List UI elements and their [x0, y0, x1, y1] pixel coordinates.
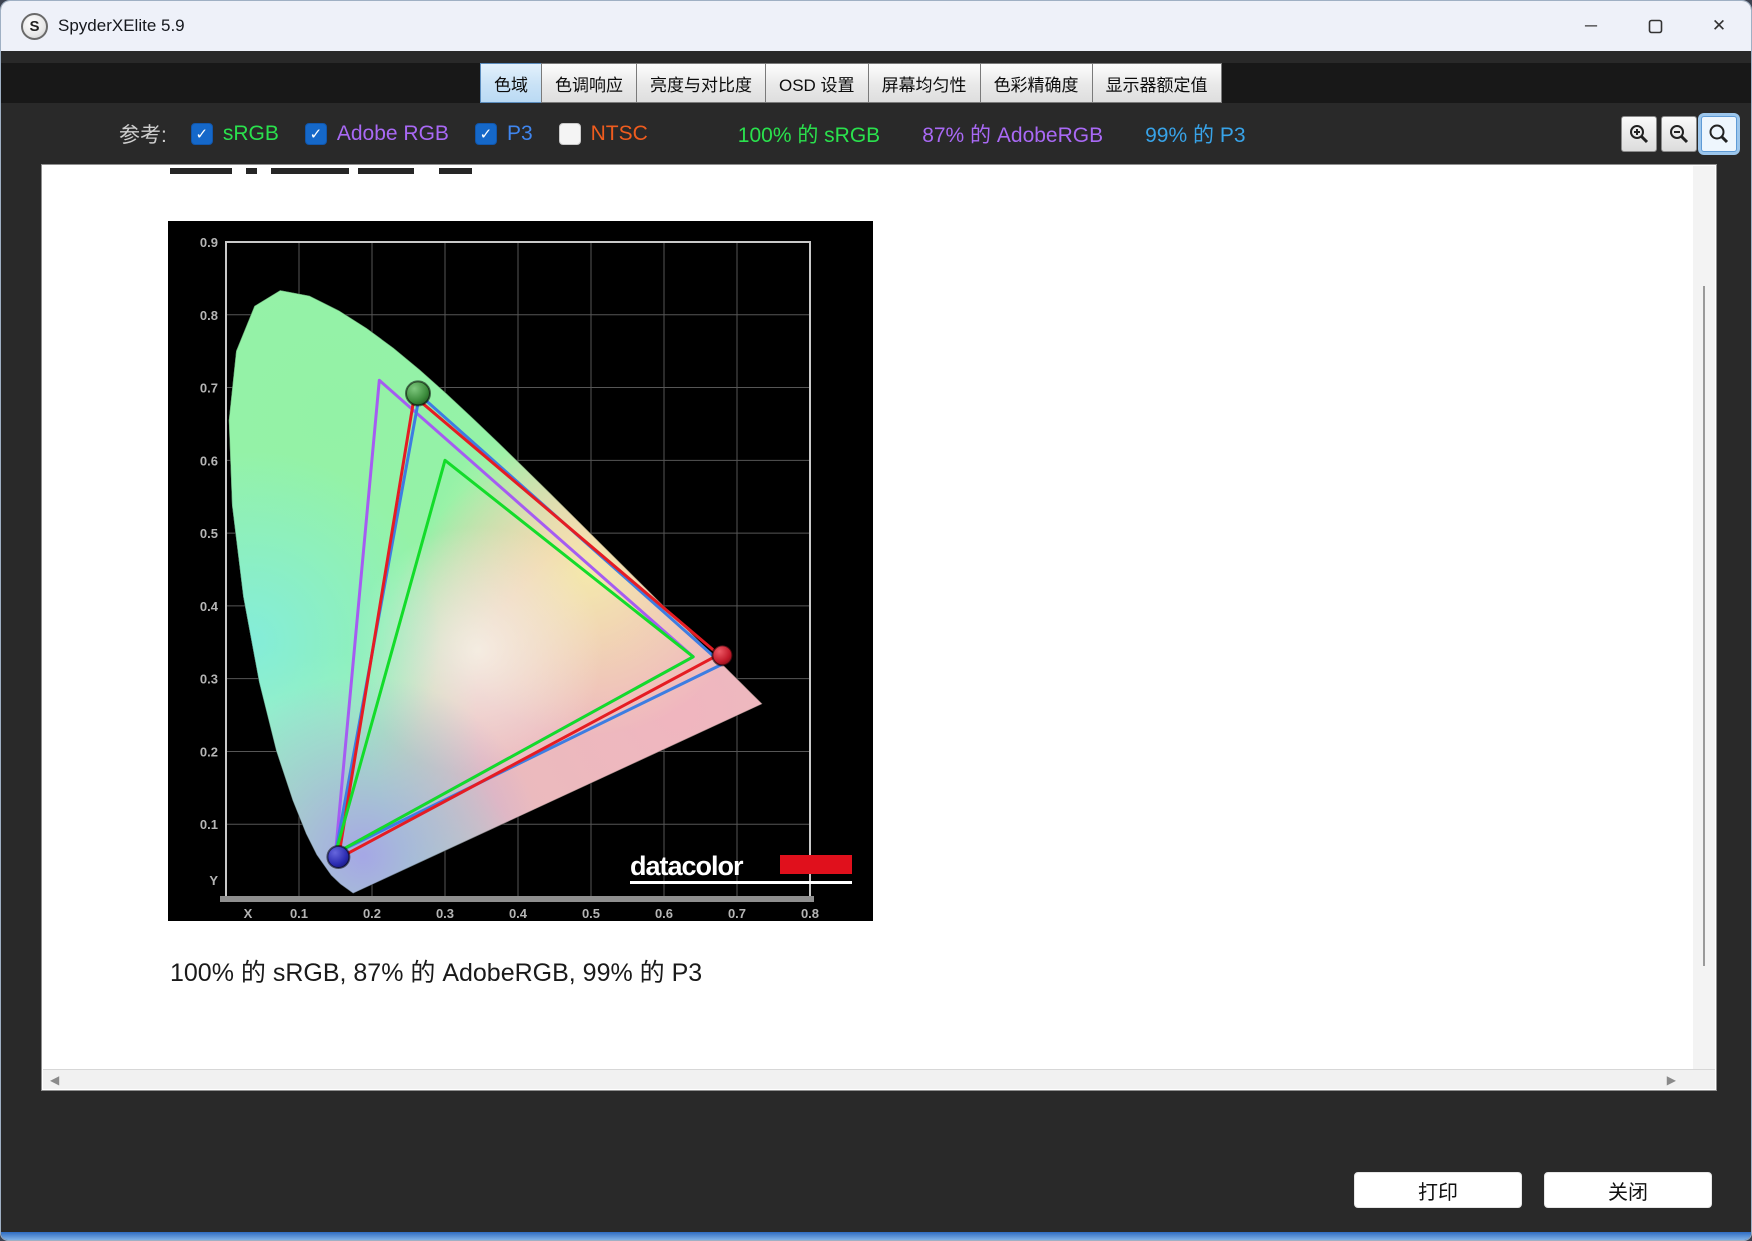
cie-chart-svg: 0.1 0.2 0.3 0.4 0.5 0.6 0.7 0.8 0.1 0.2 0.3 0.4 0.5 0… — [168, 221, 873, 921]
gamut-result-p3: 99% 的 P3 — [1145, 119, 1245, 149]
datacolor-logo-redbar — [780, 855, 852, 874]
gamut-result-adobergb: 87% 的 AdobeRGB — [922, 119, 1103, 149]
zoom-controls — [1621, 116, 1737, 152]
svg-text:0.4: 0.4 — [200, 599, 219, 614]
svg-text:Y: Y — [209, 873, 218, 888]
print-button[interactable]: 打印 — [1354, 1172, 1522, 1208]
tab-brightness-contrast[interactable]: 亮度与对比度 — [636, 63, 765, 103]
close-button[interactable]: ✕ — [1687, 1, 1751, 51]
checkbox-box: ✓ — [191, 123, 213, 145]
datacolor-logo-text: datacolor — [630, 851, 744, 881]
tab-tone-response[interactable]: 色调响应 — [541, 63, 636, 103]
window-title: SpyderXElite 5.9 — [58, 16, 185, 36]
titlebar: S SpyderXElite 5.9 ─ ✕ — [1, 1, 1751, 51]
clipped-text-fragment — [42, 165, 1716, 175]
svg-text:0.9: 0.9 — [200, 235, 218, 250]
svg-text:0.8: 0.8 — [801, 906, 819, 921]
checkbox-p3[interactable]: ✓ P3 — [475, 122, 533, 146]
svg-text:0.7: 0.7 — [200, 381, 218, 396]
svg-text:0.4: 0.4 — [509, 906, 528, 921]
tab-bar: 色域 色调响应 亮度与对比度 OSD 设置 屏幕均匀性 色彩精确度 显示器额定值 — [1, 51, 1751, 103]
svg-text:0.7: 0.7 — [728, 906, 746, 921]
vertical-scrollbar[interactable] — [1693, 166, 1715, 1071]
tab-screen-uniformity[interactable]: 屏幕均匀性 — [868, 63, 980, 103]
reference-bar: 参考: ✓ sRGB ✓ Adobe RGB ✓ P3 ✓ NTSC 100% … — [1, 103, 1751, 164]
checkbox-box: ✓ — [305, 123, 327, 145]
reference-caption: 参考: — [119, 119, 167, 149]
svg-text:0.5: 0.5 — [200, 526, 218, 541]
svg-text:0.2: 0.2 — [363, 906, 381, 921]
svg-text:0.6: 0.6 — [655, 906, 673, 921]
report-page: 0.1 0.2 0.3 0.4 0.5 0.6 0.7 0.8 0.1 0.2 0.3 0.4 0.5 0… — [41, 164, 1717, 1091]
tab-color-accuracy[interactable]: 色彩精确度 — [980, 63, 1092, 103]
window-controls: ─ ✕ — [1559, 1, 1751, 51]
cie-chromaticity-chart: 0.1 0.2 0.3 0.4 0.5 0.6 0.7 0.8 0.1 0.2 0.3 0.4 0.5 0… — [168, 221, 873, 921]
zoom-out-button[interactable] — [1661, 116, 1697, 152]
tab-osd-settings[interactable]: OSD 设置 — [765, 63, 868, 103]
svg-text:0.1: 0.1 — [200, 817, 218, 832]
check-icon: ✓ — [196, 125, 209, 143]
checkbox-box: ✓ — [475, 123, 497, 145]
svg-text:0.2: 0.2 — [200, 744, 218, 759]
maximize-button[interactable] — [1623, 1, 1687, 51]
gamut-summary-text: 100% 的 sRGB, 87% 的 AdobeRGB, 99% 的 P3 — [170, 953, 702, 989]
minimize-button[interactable]: ─ — [1559, 1, 1623, 51]
svg-text:X: X — [244, 906, 253, 921]
tab-color-gamut[interactable]: 色域 — [480, 63, 541, 103]
svg-text:0.5: 0.5 — [582, 906, 600, 921]
window-bottom-accent — [1, 1232, 1751, 1240]
checkbox-box: ✓ — [559, 123, 581, 145]
magnifier-plus-icon — [1628, 123, 1650, 145]
check-icon: ✓ — [480, 125, 493, 143]
magnifier-minus-icon — [1668, 123, 1690, 145]
app-window: S SpyderXElite 5.9 ─ ✕ 色域 色调响应 亮度与对比度 OS… — [0, 0, 1752, 1241]
maximize-icon — [1648, 19, 1663, 34]
datacolor-logo-underline — [630, 881, 852, 884]
scroll-right-arrow-icon[interactable]: ▶ — [1660, 1074, 1683, 1086]
scroll-left-arrow-icon[interactable]: ◀ — [43, 1074, 66, 1086]
gamut-result-srgb: 100% 的 sRGB — [738, 119, 880, 149]
close-dialog-button[interactable]: 关闭 — [1544, 1172, 1712, 1208]
horizontal-scrollbar[interactable]: ◀ ▶ — [43, 1069, 1715, 1089]
svg-text:0.8: 0.8 — [200, 308, 218, 323]
checkbox-srgb[interactable]: ✓ sRGB — [191, 122, 279, 146]
vertical-scrollbar-thumb[interactable] — [1703, 286, 1705, 966]
tab-display-rating[interactable]: 显示器额定值 — [1092, 63, 1222, 103]
app-logo-icon: S — [21, 13, 48, 40]
checkbox-adobe-rgb[interactable]: ✓ Adobe RGB — [305, 122, 449, 146]
checkbox-ntsc[interactable]: ✓ NTSC — [559, 122, 648, 146]
svg-text:0.6: 0.6 — [200, 453, 218, 468]
svg-text:0.1: 0.1 — [290, 906, 308, 921]
check-icon: ✓ — [310, 125, 323, 143]
zoom-in-button[interactable] — [1621, 116, 1657, 152]
magnifier-icon — [1708, 123, 1730, 145]
svg-text:0.3: 0.3 — [200, 672, 218, 687]
svg-text:0.3: 0.3 — [436, 906, 454, 921]
zoom-fit-button[interactable] — [1701, 116, 1737, 152]
